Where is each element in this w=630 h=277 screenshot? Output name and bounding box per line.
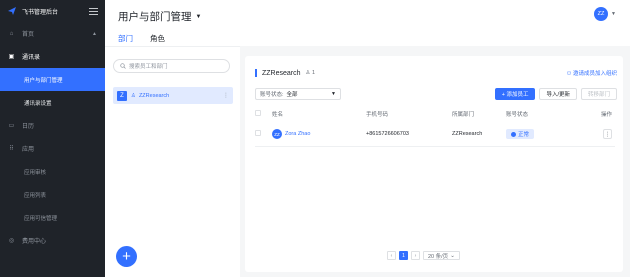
chevron-up-icon: ▲ — [92, 30, 97, 37]
prev-page-button[interactable]: ‹ — [387, 251, 396, 260]
page-size-select[interactable]: 20 条/页 ⌄ — [423, 251, 460, 260]
transfer-dept-button[interactable]: 转移部门 — [580, 88, 617, 100]
sidebar-item-app-trust[interactable]: 应用可信管理 — [0, 206, 105, 229]
sidebar-item-contacts-settings[interactable]: 通讯录设置 — [0, 91, 105, 114]
row-divider — [255, 146, 615, 147]
member-phone: +8615726606703 — [366, 131, 409, 137]
member-list-title: ZZResearch ♙ 1 — [255, 69, 315, 77]
member-count: ♙ 1 — [305, 70, 316, 76]
member-list-card: ZZResearch ♙ 1 ⚇ 邀请成员加入组织 账号状态: 全部 ▼ + 添… — [245, 56, 623, 272]
pagination: ‹ 1 › 20 条/页 ⌄ — [387, 251, 460, 260]
caret-down-icon: ▼ — [331, 91, 336, 97]
page-title[interactable]: 用户与部门管理 ▼ — [118, 9, 201, 24]
member-dept: ZZResearch — [452, 131, 483, 137]
caret-down-icon: ▼ — [611, 11, 616, 17]
avatar: ZZ — [272, 129, 282, 139]
table-header: 姓名 手机号码 所属部门 账号状态 操作 — [255, 107, 615, 121]
import-update-button[interactable]: 导入/更新 — [539, 88, 577, 100]
contacts-icon: ▣ — [8, 54, 15, 60]
row-more-button[interactable]: ⋮ — [603, 129, 612, 139]
sidebar-item-apps[interactable]: ⠿ 应用 — [0, 137, 105, 160]
status-filter-select[interactable]: 账号状态: 全部 ▼ — [255, 88, 341, 100]
billing-icon: ◎ — [8, 238, 15, 244]
department-panel: 搜索员工和部门 Z ♙ ZZResearch ⋮ — [105, 46, 240, 277]
user-menu[interactable]: ZZ ▼ — [594, 7, 616, 21]
menu-collapse-icon[interactable] — [89, 7, 98, 15]
brand-bar: 飞书管理后台 — [0, 0, 105, 22]
title-accent-bar — [255, 69, 257, 77]
home-icon: ⌂ — [9, 30, 14, 37]
avatar: ZZ — [594, 7, 609, 21]
org-icon: ♙ — [131, 92, 136, 99]
col-actions: 操作 — [600, 112, 612, 118]
feishu-logo-icon — [7, 6, 17, 16]
brand-title: 飞书管理后台 — [22, 9, 59, 16]
add-fab-button[interactable]: + — [116, 246, 137, 267]
sidebar-item-billing[interactable]: ◎ 费用中心 — [0, 229, 105, 252]
toolbar: + 添加员工 导入/更新 转移部门 — [494, 88, 617, 100]
sidebar-item-user-dept[interactable]: 用户与部门管理 — [0, 68, 105, 91]
search-icon — [120, 63, 126, 69]
col-dept: 所属部门 — [452, 112, 475, 118]
more-vertical-icon[interactable]: ⋮ — [223, 92, 229, 99]
table-row[interactable]: ZZ Zora Zhao +8615726606703 ZZResearch 正… — [255, 125, 615, 143]
status-badge: 正常 — [506, 129, 535, 139]
dept-name: ZZResearch — [138, 92, 170, 99]
sidebar-item-contacts[interactable]: ▣ 通讯录 — [0, 45, 105, 68]
page-number-current[interactable]: 1 — [399, 251, 408, 260]
select-all-checkbox[interactable] — [255, 110, 261, 116]
col-phone: 手机号码 — [366, 112, 389, 118]
dept-tree-root[interactable]: Z ♙ ZZResearch ⋮ — [113, 87, 233, 104]
sidebar-item-app-list[interactable]: 应用列表 — [0, 183, 105, 206]
check-circle-icon — [511, 131, 516, 137]
page-header: 用户与部门管理 ▼ 部门 角色 ZZ ▼ — [105, 0, 630, 48]
member-name[interactable]: Zora Zhao — [285, 131, 310, 137]
chevron-down-icon: ⌄ — [450, 252, 455, 259]
dept-badge: Z — [117, 90, 127, 101]
next-page-button[interactable]: › — [411, 251, 420, 260]
sidebar-item-calendar[interactable]: ▭ 日历 — [0, 114, 105, 137]
add-member-button[interactable]: + 添加员工 — [494, 88, 536, 100]
invite-link[interactable]: ⚇ 邀请成员加入组织 — [567, 69, 617, 77]
row-checkbox[interactable] — [255, 130, 261, 136]
dept-search-input[interactable]: 搜索员工和部门 — [113, 59, 230, 73]
apps-icon: ⠿ — [9, 146, 14, 152]
sidebar-item-app-review[interactable]: 应用审核 — [0, 160, 105, 183]
caret-down-icon: ▼ — [195, 13, 202, 20]
col-name: 姓名 — [272, 112, 284, 118]
calendar-icon: ▭ — [8, 123, 15, 129]
col-status: 账号状态 — [506, 112, 529, 118]
sidebar-item-home[interactable]: ⌂ 首页 ▲ — [0, 22, 105, 45]
sidebar: 飞书管理后台 ⌂ 首页 ▲ ▣ 通讯录 用户与部门管理 通讯录设置 ▭ 日历 ⠿… — [0, 0, 105, 277]
